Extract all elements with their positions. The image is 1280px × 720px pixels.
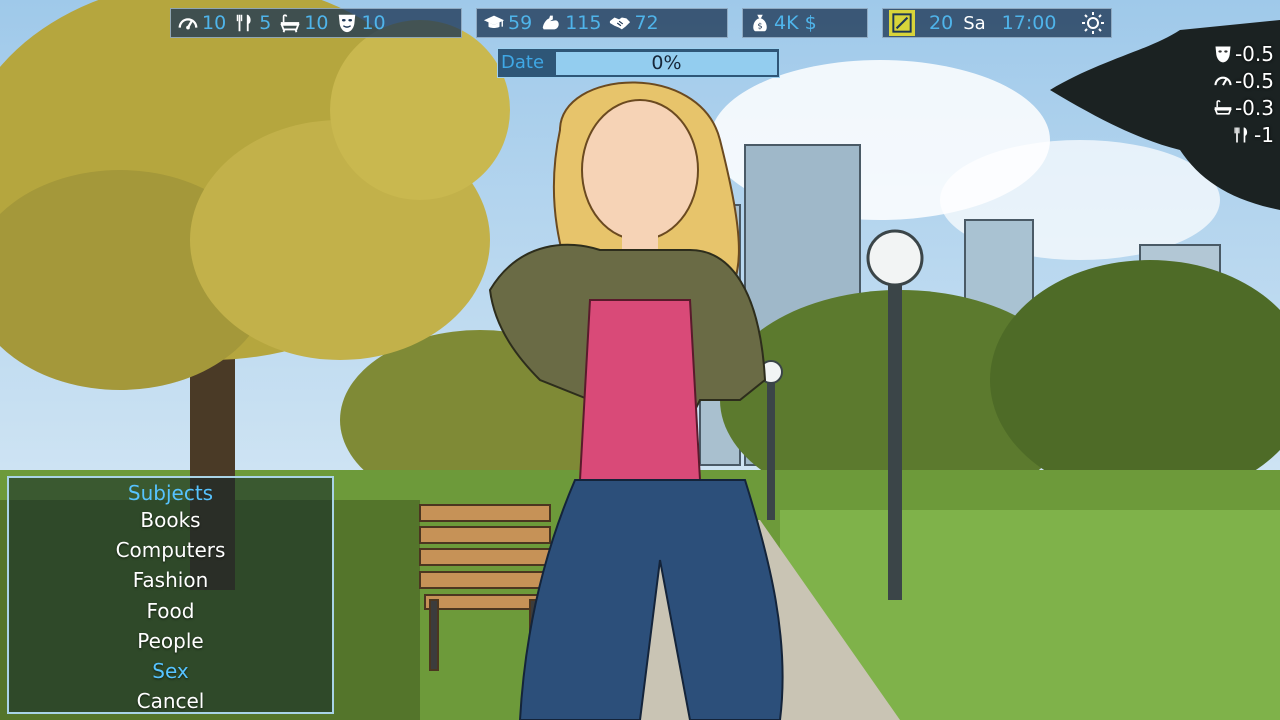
energy-gauge-icon (178, 18, 198, 30)
date-progress-bar: Date 0% (497, 48, 780, 78)
stat-energy: 10 (177, 12, 226, 34)
menu-item-people[interactable]: People (9, 626, 332, 656)
stat-fitness: 115 (540, 12, 601, 34)
stat-money: $ 4K $ (749, 12, 817, 34)
menu-item-books[interactable]: Books (9, 505, 332, 535)
bathtub-icon (1214, 99, 1232, 115)
effect-food: -1 (1194, 121, 1274, 148)
money-bar: $ 4K $ (742, 8, 868, 38)
fitness-value: 115 (565, 12, 602, 34)
graduation-cap-icon (483, 15, 505, 29)
bathtub-icon (280, 14, 300, 33)
effect-energy: -0.5 (1194, 67, 1274, 94)
needs-bar: 10 5 10 10 (170, 8, 462, 38)
clock-value: 17:00 (1001, 12, 1057, 34)
menu-item-food[interactable]: Food (9, 596, 332, 626)
menu-item-computers[interactable]: Computers (9, 535, 332, 565)
svg-text:$: $ (757, 21, 762, 31)
charisma-value: 72 (634, 12, 659, 34)
money-value: 4K $ (774, 12, 817, 34)
stat-intelligence: 59 (483, 12, 532, 34)
date-value: 20 (929, 12, 954, 34)
stat-fun: 10 (336, 12, 386, 34)
handshake-icon (610, 17, 631, 30)
stat-food: 5 (234, 12, 271, 34)
fun-value: 10 (361, 12, 386, 34)
stat-charisma: 72 (609, 12, 659, 34)
effect-fun-value: -0.5 (1234, 41, 1274, 66)
effect-energy-value: -0.5 (1234, 68, 1274, 93)
time-bar: 20 Sa 17:00 (882, 8, 1112, 38)
muscle-icon (542, 15, 559, 30)
effect-hygiene: -0.3 (1194, 94, 1274, 121)
sun-icon (1082, 12, 1104, 34)
effect-food-value: -1 (1254, 122, 1274, 147)
effect-fun: -0.5 (1194, 40, 1274, 67)
energy-value: 10 (202, 12, 227, 34)
fork-knife-icon (236, 14, 251, 32)
menu-title: Subjects (127, 481, 214, 505)
effect-hygiene-value: -0.3 (1234, 95, 1274, 120)
menu-item-cancel[interactable]: Cancel (9, 686, 332, 716)
subjects-menu: Subjects Books Computers Fashion Food Pe… (7, 476, 334, 714)
notebook-icon[interactable] (889, 10, 915, 36)
stat-effects: -0.5 -0.5 -0.3 -1 (1194, 40, 1274, 148)
menu-item-fashion[interactable]: Fashion (9, 565, 332, 595)
menu-item-sex[interactable]: Sex (9, 656, 332, 686)
skills-bar: 59 115 72 (476, 8, 728, 38)
money-bag-icon: $ (753, 14, 767, 32)
intelligence-value: 59 (508, 12, 533, 34)
fork-knife-icon (1234, 127, 1248, 142)
mask-icon (1215, 46, 1231, 62)
food-value: 5 (259, 12, 272, 34)
date-progress-value: 0% (651, 52, 682, 74)
stat-hygiene: 10 (279, 12, 328, 34)
energy-gauge-icon (1214, 76, 1232, 86)
date-progress-label: Date (501, 52, 545, 73)
day-value: Sa (963, 12, 986, 34)
hygiene-value: 10 (304, 12, 329, 34)
mask-icon (339, 14, 356, 33)
